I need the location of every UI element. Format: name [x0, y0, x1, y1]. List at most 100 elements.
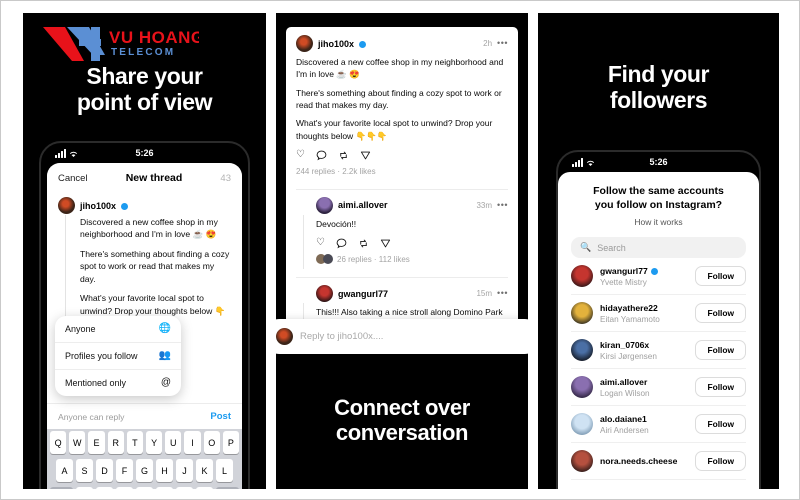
- follow-row-username-wrap[interactable]: hidayathere22: [600, 303, 688, 313]
- post-stats[interactable]: 244 replies · 2.2k likes: [296, 161, 508, 176]
- svg-text:TELECOM: TELECOM: [111, 47, 175, 58]
- shift-key-icon[interactable]: ⬆: [50, 487, 73, 489]
- key[interactable]: S: [76, 459, 93, 482]
- composer-post-body[interactable]: Discovered a new coffee shop in my neigh…: [58, 214, 231, 330]
- key[interactable]: K: [196, 459, 213, 482]
- follow-row-names: hidayathere22 Eitan Yamamoto: [600, 303, 688, 324]
- key[interactable]: M: [196, 487, 213, 489]
- key[interactable]: H: [156, 459, 173, 482]
- follow-list-row: aimi.allover Logan Wilson Follow: [571, 369, 746, 407]
- follow-row-username-wrap[interactable]: nora.needs.cheese: [600, 456, 688, 466]
- how-it-works-link[interactable]: How it works: [571, 217, 746, 227]
- share-icon[interactable]: [360, 150, 371, 161]
- follow-list-row: kiran_0706x Kirsi Jørgensen Follow: [571, 332, 746, 370]
- repost-icon[interactable]: [338, 150, 349, 161]
- reply-icon[interactable]: [336, 238, 347, 249]
- key[interactable]: W: [69, 431, 86, 454]
- post-paragraph: There's something about finding a cozy s…: [296, 87, 502, 110]
- follow-row-username: gwangurl77: [600, 265, 648, 276]
- repost-icon[interactable]: [358, 238, 369, 249]
- key[interactable]: J: [176, 459, 193, 482]
- backspace-key-icon[interactable]: ⌫: [216, 487, 239, 489]
- search-input[interactable]: 🔍 Search: [571, 237, 746, 259]
- key[interactable]: O: [203, 431, 220, 454]
- key[interactable]: E: [88, 431, 105, 454]
- follow-row-username-wrap[interactable]: gwangurl77: [600, 266, 688, 276]
- follow-button[interactable]: Follow: [695, 451, 746, 472]
- key[interactable]: Y: [146, 431, 163, 454]
- follow-button[interactable]: Follow: [695, 266, 746, 287]
- dropdown-item-mentioned-only[interactable]: Mentioned only @: [55, 370, 181, 396]
- key[interactable]: Q: [49, 431, 67, 454]
- post-username[interactable]: jiho100x: [318, 39, 354, 49]
- key[interactable]: D: [96, 459, 113, 482]
- post-header: gwangurl77 15m •••: [316, 285, 508, 303]
- headline-share-your-point-of-view: Share your point of view: [76, 63, 213, 116]
- post-action-bar: ♡: [296, 148, 508, 161]
- keyboard-row-1: Q W E R T Y U I O P: [49, 431, 240, 454]
- reply-permission-label[interactable]: Anyone can reply: [58, 412, 124, 422]
- audience-dropdown-menu[interactable]: Anyone 🌐 Profiles you follow 👥 Mentioned…: [55, 316, 181, 396]
- more-options-icon[interactable]: •••: [497, 200, 508, 210]
- headline-find-your-followers: Find your followers: [607, 61, 710, 114]
- post-meta: 33m •••: [476, 200, 508, 210]
- key[interactable]: A: [56, 459, 73, 482]
- follow-button[interactable]: Follow: [695, 377, 746, 398]
- key[interactable]: N: [176, 487, 193, 489]
- post-action-bar: ♡: [316, 236, 508, 249]
- follow-row-username-wrap[interactable]: aimi.allover: [600, 377, 688, 387]
- like-icon[interactable]: ♡: [296, 149, 305, 161]
- composer-post-header: jiho100x: [58, 197, 231, 214]
- reply-icon[interactable]: [316, 150, 327, 161]
- key[interactable]: X: [96, 487, 113, 489]
- reply-input-placeholder[interactable]: Reply to jiho100x....: [300, 331, 383, 342]
- key[interactable]: T: [126, 431, 143, 454]
- more-options-icon[interactable]: •••: [497, 288, 508, 298]
- key[interactable]: G: [136, 459, 153, 482]
- follow-row-username-wrap[interactable]: kiran_0706x: [600, 340, 688, 350]
- post-username[interactable]: gwangurl77: [338, 289, 388, 299]
- post-button[interactable]: Post: [210, 411, 231, 422]
- reply-settings-bar: Anyone can reply Post: [47, 403, 242, 429]
- key[interactable]: C: [116, 487, 133, 489]
- follow-row-realname: Logan Wilson: [600, 388, 650, 398]
- post-body: Devoción!!: [316, 214, 508, 230]
- key[interactable]: B: [156, 487, 173, 489]
- globe-icon: 🌐: [158, 323, 171, 334]
- like-icon[interactable]: ♡: [316, 238, 325, 249]
- reply-stats: 26 replies · 112 likes: [337, 254, 410, 264]
- search-icon: 🔍: [580, 242, 592, 253]
- key[interactable]: V: [136, 487, 153, 489]
- key[interactable]: F: [116, 459, 133, 482]
- avatar: [276, 328, 293, 345]
- status-bar-right: 5:26: [558, 152, 759, 172]
- reply-input-bar[interactable]: Reply to jiho100x....: [276, 319, 528, 354]
- key[interactable]: I: [184, 431, 201, 454]
- share-icon[interactable]: [380, 238, 391, 249]
- key[interactable]: P: [222, 431, 240, 454]
- thread-connector-line: [65, 215, 67, 326]
- reply-facepile-and-stats[interactable]: 26 replies · 112 likes: [316, 249, 508, 265]
- follow-button[interactable]: Follow: [695, 414, 746, 435]
- key[interactable]: Z: [76, 487, 93, 489]
- post-username[interactable]: aimi.allover: [338, 200, 388, 210]
- on-screen-keyboard[interactable]: Q W E R T Y U I O P A S D F G H J K L: [47, 426, 242, 489]
- follow-row-username-wrap[interactable]: alo.daiane1: [600, 414, 688, 424]
- more-options-icon[interactable]: •••: [497, 38, 508, 48]
- key[interactable]: L: [216, 459, 233, 482]
- post-body: Discovered a new coffee shop in my neigh…: [296, 52, 508, 142]
- post-header: jiho100x 2h •••: [296, 35, 508, 52]
- follow-button[interactable]: Follow: [695, 303, 746, 324]
- key[interactable]: U: [165, 431, 182, 454]
- cancel-button[interactable]: Cancel: [58, 173, 88, 184]
- verified-badge-icon: [650, 267, 658, 275]
- composer-nav-bar: Cancel New thread 43: [47, 163, 242, 191]
- dropdown-item-profiles-you-follow[interactable]: Profiles you follow 👥: [55, 343, 181, 370]
- status-bar-left: 5:26: [41, 143, 248, 163]
- dropdown-label: Anyone: [65, 324, 96, 334]
- avatar: [323, 254, 333, 265]
- divider: [296, 277, 508, 279]
- dropdown-item-anyone[interactable]: Anyone 🌐: [55, 316, 181, 343]
- follow-button[interactable]: Follow: [695, 340, 746, 361]
- key[interactable]: R: [107, 431, 124, 454]
